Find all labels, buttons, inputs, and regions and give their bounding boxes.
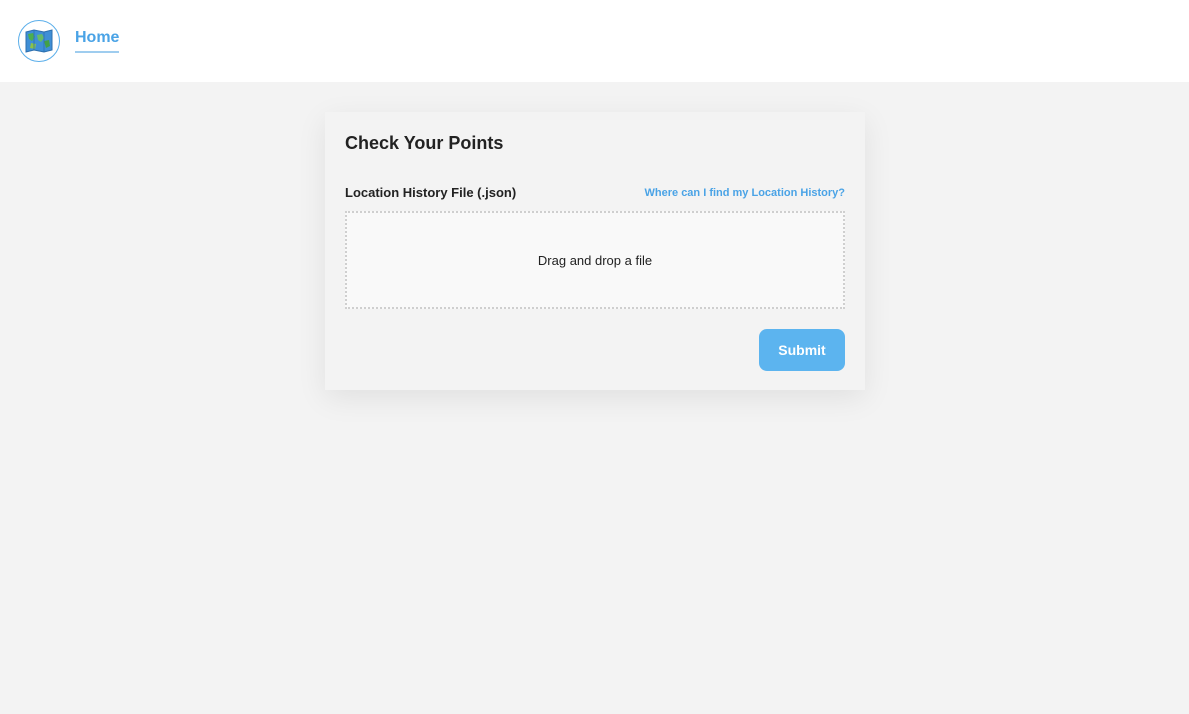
file-dropzone[interactable]: Drag and drop a file — [345, 211, 845, 309]
app-logo[interactable] — [18, 20, 60, 62]
top-navbar: Home — [0, 0, 1189, 82]
dropzone-text: Drag and drop a file — [537, 252, 653, 268]
check-points-card: Check Your Points Location History File … — [325, 112, 865, 390]
map-icon — [25, 29, 53, 53]
card-title: Check Your Points — [345, 133, 504, 153]
location-history-help-link[interactable]: Where can I find my Location History? — [645, 187, 845, 199]
submit-button[interactable]: Submit — [759, 329, 845, 371]
nav-home-link[interactable]: Home — [75, 28, 120, 53]
location-history-label: Location History File (.json) — [345, 185, 517, 200]
